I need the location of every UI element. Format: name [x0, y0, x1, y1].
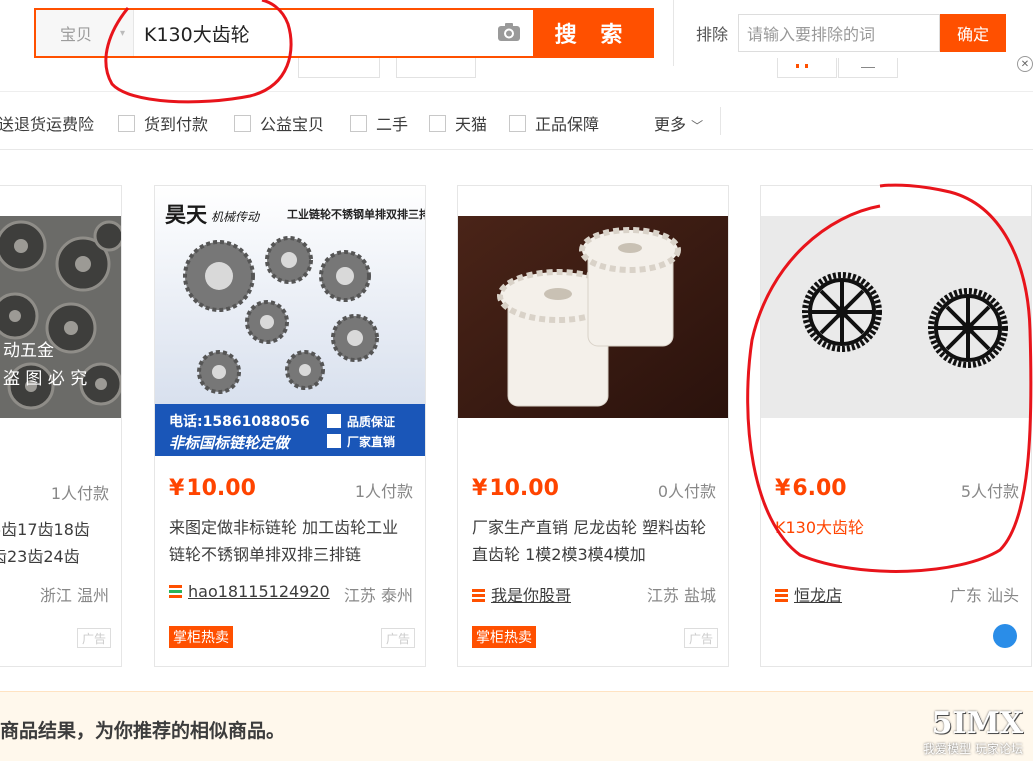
filter-label: 公益宝贝 — [260, 115, 325, 134]
product-image[interactable] — [458, 216, 728, 418]
exclude-input[interactable]: 请输入要排除的词 — [738, 14, 941, 52]
sales-count: 1人付款 — [50, 484, 109, 503]
filter-second-hand[interactable]: 二手 — [350, 111, 408, 135]
title-line: 6齿17齿18齿 — [0, 520, 90, 539]
product-title[interactable]: 6齿17齿18齿 齿23齿24齿 — [0, 516, 90, 570]
filter-label: 正品保障 — [535, 115, 600, 134]
sort-row — [0, 58, 1033, 92]
search-input[interactable]: K130大齿轮 — [134, 10, 533, 56]
currency-symbol: ¥ — [775, 476, 791, 501]
shop-link[interactable]: 恒龙店 — [775, 582, 842, 606]
more-label: 更多 — [654, 115, 687, 134]
divider — [720, 107, 721, 135]
search-query-text: K130大齿轮 — [144, 23, 250, 46]
ad-tag: 广告 — [381, 628, 415, 648]
product-image[interactable]: 动五金 盗 图 必 究 — [0, 216, 121, 418]
shop-location: 广东 汕头 — [949, 586, 1019, 605]
product-card[interactable]: 昊天 机械传动 工业链轮不锈钢单排双排三排链轮 电话:15861 — [154, 185, 426, 667]
currency-symbol: ¥ — [472, 476, 488, 501]
badge-text: 品质保证 — [347, 414, 395, 429]
checkbox[interactable] — [509, 114, 526, 132]
product-title[interactable]: K130大齿轮 — [775, 514, 1020, 541]
shop-location: 江苏 泰州 — [343, 586, 413, 605]
chevron-down-icon: ﹀ — [691, 119, 704, 133]
close-icon[interactable]: ✕ — [1017, 56, 1033, 72]
hot-seller-tag[interactable]: 掌柜热卖 — [169, 626, 233, 648]
camera-icon[interactable] — [497, 22, 521, 42]
grid-view-toggle[interactable] — [777, 58, 837, 78]
more-filters-button[interactable]: 更多 ﹀ — [654, 111, 703, 135]
price: ¥10.00 — [472, 476, 559, 501]
checkbox[interactable] — [118, 114, 135, 132]
shop-icon — [775, 589, 788, 602]
filter-genuine[interactable]: 正品保障 — [509, 111, 599, 135]
sort-option[interactable] — [298, 58, 380, 78]
price: ¥6.00 — [775, 476, 847, 501]
shop-link[interactable]: hao18115124920 — [169, 582, 330, 601]
notice-text: 商品结果，为你推荐的相似商品。 — [0, 720, 286, 742]
filter-row: 送退货运费险 货到付款 公益宝贝 二手 天猫 正品保障 更多 ﹀ — [0, 92, 1033, 150]
product-card[interactable]: 动五金 盗 图 必 究 1人付款 6齿17齿18齿 齿23齿24齿 浙江 温州 … — [0, 185, 122, 667]
shop-name: 我是你股哥 — [491, 586, 572, 605]
phone-text: 电话:15861088056 — [169, 413, 310, 430]
ad-tag: 广告 — [77, 628, 111, 648]
headline-text: 工业链轮不锈钢单排双排三排链轮 — [287, 207, 425, 221]
shop-name: 恒龙店 — [794, 586, 843, 605]
shop-location: 浙江 温州 — [39, 586, 109, 605]
price-value: 6.00 — [792, 476, 847, 501]
checkbox[interactable] — [234, 114, 251, 132]
ad-tag: 广告 — [684, 628, 718, 648]
recommendation-notice: 商品结果，为你推荐的相似商品。 5IMX 我爱模型 玩家论坛 — [0, 691, 1033, 761]
watermark-text: 动五金 — [3, 341, 54, 361]
filter-label: 货到付款 — [144, 115, 209, 134]
brand-sub-text: 机械传动 — [211, 210, 261, 224]
chevron-down-icon: ▾ — [119, 27, 125, 39]
search-scope-dropdown[interactable]: 宝贝 ▾ — [36, 10, 134, 56]
price: ¥10.00 — [169, 476, 256, 501]
search-button[interactable]: 搜 索 — [533, 10, 652, 56]
hot-seller-tag[interactable]: 掌柜热卖 — [472, 626, 536, 648]
search-scope-label: 宝贝 — [60, 25, 93, 44]
price-value: 10.00 — [186, 476, 256, 501]
shop-icon — [169, 585, 182, 598]
confirm-button[interactable]: 确定 — [940, 14, 1007, 52]
price-value: 10.00 — [489, 476, 559, 501]
watermark-text: 盗 图 必 究 — [3, 369, 87, 389]
sales-count: 0人付款 — [657, 482, 716, 501]
shop-location: 江苏 盐城 — [646, 586, 716, 605]
search-bar: 宝贝 ▾ K130大齿轮 搜 索 — [34, 8, 654, 58]
wangwang-chat-icon[interactable] — [993, 624, 1017, 648]
list-view-toggle[interactable] — [838, 58, 898, 78]
currency-symbol: ¥ — [169, 476, 185, 501]
product-image[interactable]: 昊天 机械传动 工业链轮不锈钢单排双排三排链轮 电话:15861 — [155, 186, 425, 456]
slogan-text: 非标国标链轮定做 — [169, 434, 292, 452]
filter-label: 二手 — [376, 115, 409, 134]
exclude-label: 排除 — [696, 25, 729, 44]
brand-text: 昊天 — [165, 203, 208, 227]
shop-icon — [472, 589, 485, 602]
filter-tmall[interactable]: 天猫 — [429, 111, 487, 135]
site-logo: 5IMX — [931, 706, 1023, 741]
product-title[interactable]: 来图定做非标链轮 加工齿轮工业链轮不锈钢单排双排三排链 — [169, 514, 414, 568]
filter-cod[interactable]: 货到付款 — [118, 111, 208, 135]
checkbox[interactable] — [350, 114, 367, 132]
sales-count: 1人付款 — [354, 482, 413, 501]
exclude-area: 排除 请输入要排除的词 确定 — [673, 0, 1033, 66]
filter-freight-insurance[interactable]: 送退货运费险 — [0, 111, 94, 135]
product-image[interactable] — [761, 216, 1031, 418]
checkbox[interactable] — [429, 114, 446, 132]
product-card[interactable]: ¥6.00 5人付款 K130大齿轮 恒龙店 广东 汕头 — [760, 185, 1032, 667]
shop-link[interactable]: 我是你股哥 — [472, 582, 571, 606]
filter-charity[interactable]: 公益宝贝 — [234, 111, 324, 135]
product-title[interactable]: 厂家生产直销 尼龙齿轮 塑料齿轮 直齿轮 1模2模3模4模加 — [472, 514, 717, 568]
product-card[interactable]: ¥10.00 0人付款 厂家生产直销 尼龙齿轮 塑料齿轮 直齿轮 1模2模3模4… — [457, 185, 729, 667]
sales-count: 5人付款 — [960, 482, 1019, 501]
title-line: 齿23齿24齿 — [0, 547, 80, 566]
filter-label: 天猫 — [455, 115, 488, 134]
sort-option[interactable] — [396, 58, 476, 78]
badge-text: 厂家直销 — [347, 434, 395, 449]
shop-name: hao18115124920 — [188, 582, 330, 601]
taobao-search-page: 宝贝 ▾ K130大齿轮 搜 索 排除 请输入要排除的词 确定 ✕ 送退货运费险… — [0, 0, 1033, 761]
site-logo-subtitle: 我爱模型 玩家论坛 — [923, 742, 1023, 756]
